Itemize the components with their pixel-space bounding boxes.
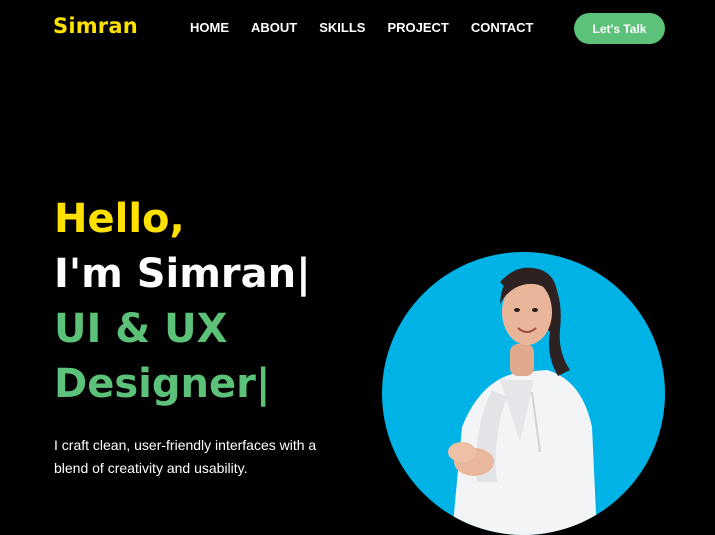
hero-intro: I'm Simran| bbox=[54, 251, 311, 297]
nav-item-home[interactable]: HOME bbox=[190, 20, 229, 35]
brand-logo[interactable]: Simran bbox=[53, 14, 138, 38]
main-nav: HOME ABOUT SKILLS PROJECT CONTACT bbox=[190, 20, 555, 35]
hero-role-line1: UI & UX bbox=[54, 306, 228, 352]
portrait-illustration bbox=[448, 267, 597, 535]
portrait-photo bbox=[382, 252, 665, 535]
nav-item-skills[interactable]: SKILLS bbox=[319, 20, 365, 35]
hero-heading: Hello, I'm Simran| UI & UX Designer| bbox=[54, 192, 311, 412]
nav-item-about[interactable]: ABOUT bbox=[251, 20, 297, 35]
hero-greeting: Hello, bbox=[54, 196, 185, 242]
nav-item-project[interactable]: PROJECT bbox=[387, 20, 448, 35]
hero-description: I craft clean, user-friendly interfaces … bbox=[54, 437, 317, 476]
nav-item-contact[interactable]: CONTACT bbox=[471, 20, 534, 35]
lets-talk-button[interactable]: Let's Talk bbox=[574, 13, 665, 44]
hero-role-line2: Designer| bbox=[54, 361, 271, 407]
